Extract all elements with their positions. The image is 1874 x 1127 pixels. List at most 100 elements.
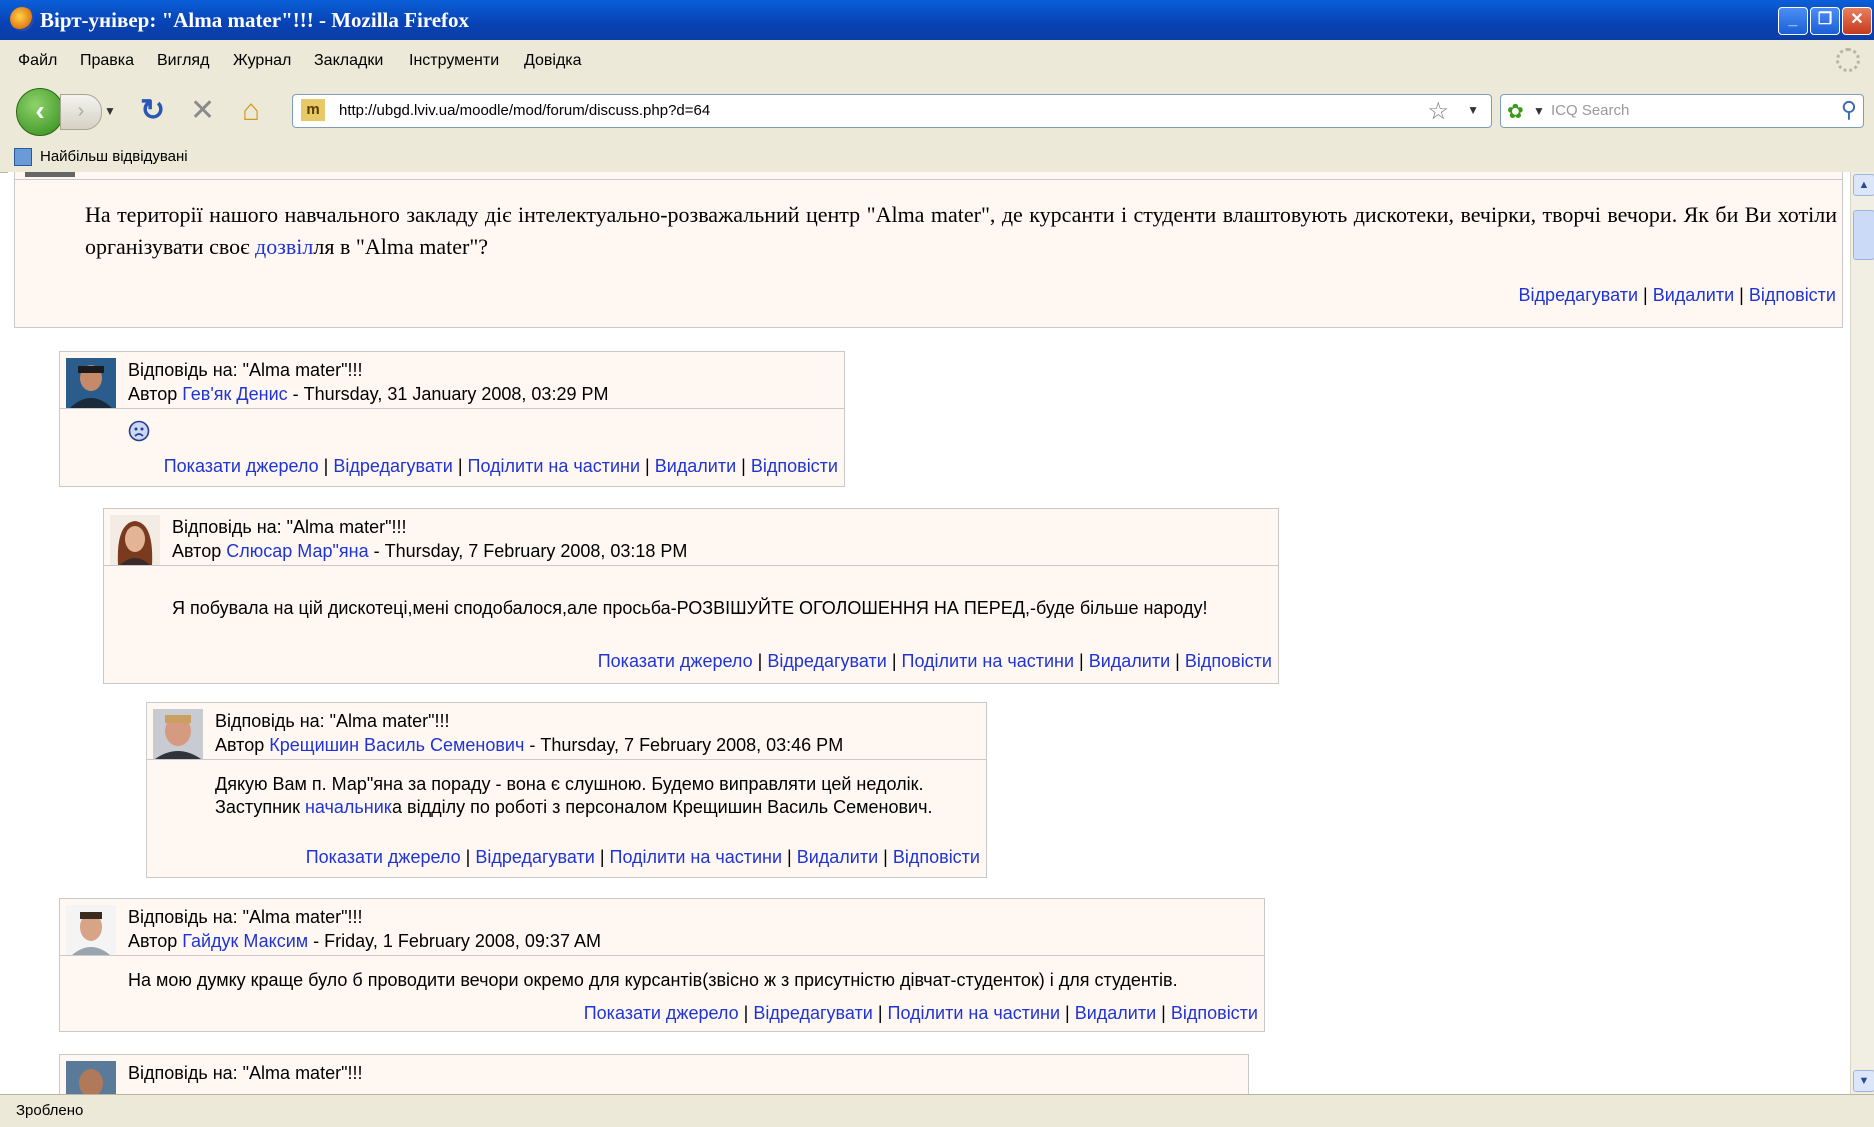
- post-subject: Відповідь на: "Alma mater"!!!: [128, 1063, 363, 1083]
- post-body: Я побувала на цій дискотеці,мені сподоба…: [172, 598, 1208, 618]
- post-body: [128, 420, 150, 448]
- sad-smiley-icon: [128, 420, 150, 442]
- post-author-line: Автор Гев'як Денис - Thursday, 31 Januar…: [128, 384, 609, 404]
- show-source-link[interactable]: Показати джерело: [584, 1003, 739, 1023]
- post-commands: Показати джерело | Відредагувати | Поділ…: [305, 847, 980, 867]
- menu-file[interactable]: Файл: [18, 52, 57, 70]
- reply-link[interactable]: Відповісти: [751, 456, 838, 476]
- main-post-commands: Відредагувати | Видалити | Відповісти: [1518, 285, 1836, 305]
- post-subject: Відповідь на: "Alma mater"!!!: [128, 360, 363, 380]
- search-icon[interactable]: ⚲: [1841, 97, 1857, 123]
- home-icon[interactable]: ⌂: [242, 94, 260, 128]
- avatar[interactable]: [153, 709, 203, 759]
- author-link[interactable]: Гайдук Максим: [182, 931, 308, 951]
- post-body: Дякую Вам п. Мар"яна за пораду - вона є …: [215, 774, 933, 817]
- status-bar: Зроблено: [0, 1094, 1874, 1127]
- back-button[interactable]: ‹: [16, 88, 64, 136]
- glossary-link[interactable]: дозвіл: [255, 234, 313, 259]
- reply-link[interactable]: Відповісти: [1171, 1003, 1258, 1023]
- post-author-line: Автор Слюсар Мар"яна - Thursday, 7 Febru…: [172, 541, 688, 561]
- vertical-scrollbar[interactable]: ▲ ▼: [1850, 172, 1874, 1094]
- avatar[interactable]: [110, 515, 160, 565]
- post-subject: Відповідь на: "Alma mater"!!!: [215, 711, 450, 731]
- menu-help[interactable]: Довідка: [524, 52, 582, 70]
- menu-history[interactable]: Журнал: [233, 52, 291, 70]
- avatar[interactable]: [66, 358, 116, 408]
- reply-link[interactable]: Відповісти: [1185, 651, 1272, 671]
- edit-link[interactable]: Відредагувати: [1519, 285, 1639, 305]
- main-post-header: [15, 172, 1842, 180]
- bookmark-most-visited[interactable]: Найбільш відвідувані: [40, 148, 188, 165]
- address-url[interactable]: http://ubgd.lviv.ua/moodle/mod/forum/dis…: [339, 102, 710, 119]
- status-text: Зроблено: [16, 1102, 84, 1119]
- menu-edit[interactable]: Правка: [80, 52, 134, 70]
- avatar[interactable]: [66, 905, 116, 955]
- post-subject: Відповідь на: "Alma mater"!!!: [128, 907, 363, 927]
- title-bar: Вірт-універ: "Alma mater"!!! - Mozilla F…: [0, 0, 1874, 40]
- delete-link[interactable]: Видалити: [1653, 285, 1734, 305]
- window-title: Вірт-універ: "Alma mater"!!! - Mozilla F…: [40, 8, 470, 32]
- post-body: На мою думку краще було б проводити вечо…: [128, 970, 1178, 990]
- post-author-line: Автор Крещишин Василь Семенович - Thursd…: [215, 735, 844, 755]
- scroll-up-icon[interactable]: ▲: [1853, 174, 1874, 196]
- throbber-icon: [1836, 48, 1860, 72]
- post-commands: Показати джерело | Відредагувати | Поділ…: [597, 651, 1272, 671]
- edit-link[interactable]: Відредагувати: [767, 651, 887, 671]
- search-engine-dropdown-icon[interactable]: ▼: [1533, 104, 1545, 118]
- reply-link[interactable]: Відповісти: [893, 847, 980, 867]
- forum-reply-post: Відповідь на: "Alma mater"!!! Автор Гев'…: [59, 351, 845, 487]
- menu-bookmarks[interactable]: Закладки: [314, 52, 383, 70]
- page-content: На території нашого навчального закладу …: [8, 172, 1850, 1094]
- delete-link[interactable]: Видалити: [1089, 651, 1170, 671]
- stop-icon[interactable]: ✕: [190, 94, 215, 128]
- bookmark-star-icon[interactable]: ☆: [1427, 97, 1449, 126]
- menu-tools[interactable]: Інструменти: [409, 52, 499, 70]
- post-commands: Показати джерело | Відредагувати | Поділ…: [583, 1003, 1258, 1023]
- icq-flower-icon[interactable]: ✿: [1507, 99, 1524, 124]
- edit-link[interactable]: Відредагувати: [333, 456, 453, 476]
- author-link[interactable]: Слюсар Мар"яна: [226, 541, 368, 561]
- show-source-link[interactable]: Показати джерело: [306, 847, 461, 867]
- bookmarks-toolbar: Найбільш відвідувані: [0, 142, 1874, 173]
- author-link[interactable]: Крещишин Василь Семенович: [269, 735, 524, 755]
- minimize-button[interactable]: _: [1778, 7, 1808, 35]
- reply-link[interactable]: Відповісти: [1749, 285, 1836, 305]
- bookmark-folder-icon: [14, 148, 32, 166]
- scroll-thumb[interactable]: [1853, 210, 1874, 260]
- restore-button[interactable]: ❐: [1810, 7, 1840, 35]
- forum-reply-post: Відповідь на: "Alma mater"!!!: [59, 1054, 1249, 1094]
- show-source-link[interactable]: Показати джерело: [164, 456, 319, 476]
- menu-bar: Файл Правка Вигляд Журнал Закладки Інстр…: [0, 40, 1874, 84]
- edit-link[interactable]: Відредагувати: [475, 847, 595, 867]
- delete-link[interactable]: Видалити: [1075, 1003, 1156, 1023]
- forward-button[interactable]: ›: [60, 94, 102, 130]
- url-dropdown-icon[interactable]: ▼: [1467, 103, 1479, 117]
- post-subject: Відповідь на: "Alma mater"!!!: [172, 517, 407, 537]
- firefox-icon: [10, 7, 34, 31]
- history-dropdown-icon[interactable]: ▼: [104, 104, 116, 118]
- scroll-down-icon[interactable]: ▼: [1853, 1070, 1874, 1092]
- avatar[interactable]: [66, 1061, 116, 1094]
- close-button[interactable]: ✕: [1842, 7, 1872, 35]
- post-author-line: Автор Гайдук Максим - Friday, 1 February…: [128, 931, 601, 951]
- split-link[interactable]: Поділити на частини: [468, 456, 641, 476]
- forum-reply-post: Відповідь на: "Alma mater"!!! Автор Слюс…: [103, 508, 1279, 684]
- edit-link[interactable]: Відредагувати: [753, 1003, 873, 1023]
- search-box[interactable]: ✿ ▼ ICQ Search ⚲: [1500, 94, 1864, 128]
- address-bar[interactable]: m http://ubgd.lviv.ua/moodle/mod/forum/d…: [292, 94, 1492, 128]
- main-post-message: На території нашого навчального закладу …: [85, 202, 1837, 259]
- avatar: [25, 172, 75, 177]
- delete-link[interactable]: Видалити: [655, 456, 736, 476]
- glossary-link[interactable]: начальник: [305, 797, 392, 817]
- reload-icon[interactable]: ↻: [140, 94, 165, 128]
- author-link[interactable]: Гев'як Денис: [182, 384, 287, 404]
- delete-link[interactable]: Видалити: [797, 847, 878, 867]
- split-link[interactable]: Поділити на частини: [888, 1003, 1061, 1023]
- show-source-link[interactable]: Показати джерело: [598, 651, 753, 671]
- search-input[interactable]: ICQ Search: [1551, 102, 1629, 119]
- split-link[interactable]: Поділити на частини: [902, 651, 1075, 671]
- split-link[interactable]: Поділити на частини: [610, 847, 783, 867]
- menu-view[interactable]: Вигляд: [157, 52, 209, 70]
- navigation-toolbar: ‹ › ▼ ↻ ✕ ⌂ m http://ubgd.lviv.ua/moodle…: [0, 84, 1874, 142]
- site-favicon-icon: m: [301, 99, 325, 121]
